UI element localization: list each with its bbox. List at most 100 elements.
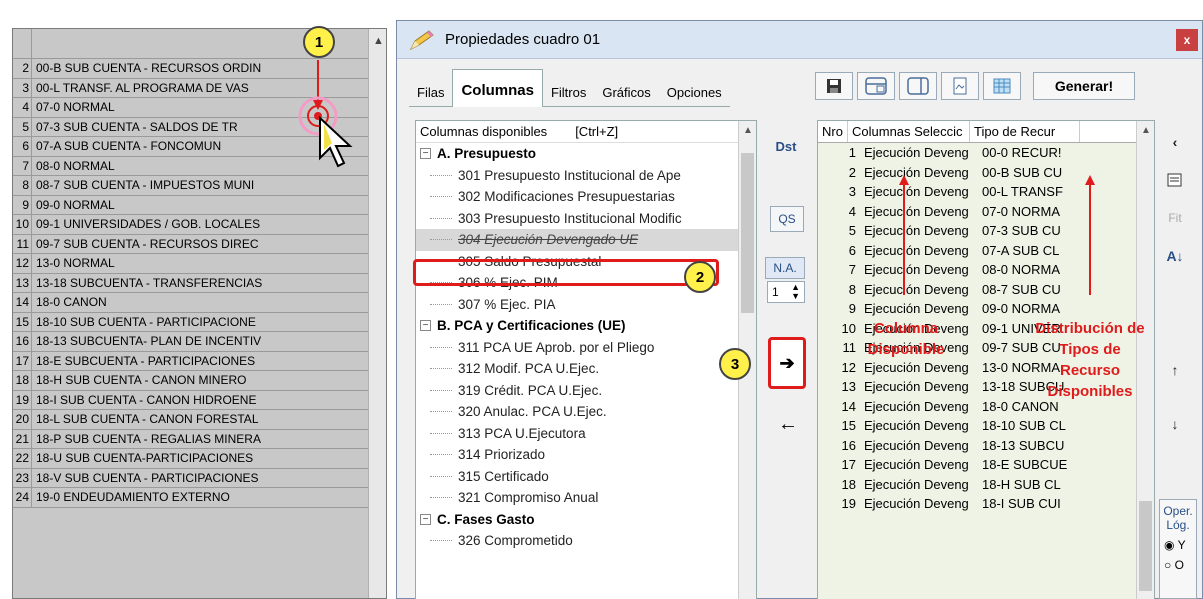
row-column: Ejecución Deveng [864,418,969,434]
list-row[interactable]: 12 13-0 NORMAL [13,254,370,274]
tab-columnas[interactable]: Columnas [452,69,543,107]
scroll-up-icon[interactable]: ▲ [373,35,384,47]
collapse-box-icon[interactable]: − [420,148,431,160]
tab-filas[interactable]: Filas [409,73,453,107]
radio-y[interactable]: ◉ Y [1160,538,1196,552]
list-scrollbar[interactable]: ▲ [368,29,386,598]
annotation-arrows [899,175,1095,295]
list-row[interactable]: 18 18-H SUB CUENTA - CANON MINERO [13,371,370,391]
list-row[interactable]: 23 18-V SUB CUENTA - PARTICIPACIONES [13,468,370,488]
row-number: 14 [841,398,856,414]
table-row[interactable]: 15 Ejecución Deveng 18-10 SUB CL [818,416,1154,436]
layout-split-button[interactable] [899,72,937,100]
list-row[interactable]: 17 18-E SUBCUENTA - PARTICIPACIONES [13,351,370,371]
row-number: 17 [15,353,29,368]
tree-item[interactable]: 307 % Ejec. PIA [416,294,756,316]
sort-az-icon[interactable]: A↓ [1157,243,1193,269]
tree-item[interactable]: 302 Modificaciones Presupuestarias [416,186,756,208]
row-text: 13-18 SUBCUENTA - TRANSFERENCIAS [31,273,370,292]
available-columns-tree[interactable]: Columnas disponibles [Ctrl+Z] − A. Presup… [415,120,757,599]
fit-button[interactable]: Fit [1157,205,1193,231]
grid-icon [993,78,1011,94]
tree-item[interactable]: 304 Ejecución Devengado UE [416,229,756,251]
move-up-icon[interactable]: ↑ [1157,357,1193,383]
collapse-box-icon[interactable]: − [420,320,431,332]
tree-item-label: 319 Crédit. PCA U.Ejec. [458,382,603,398]
layout-top-button[interactable] [857,72,895,100]
close-button[interactable]: x [1176,29,1198,51]
move-down-icon[interactable]: ↓ [1157,411,1193,437]
tree-item-label: 303 Presupuesto Institucional Modific [458,210,682,226]
scroll-thumb[interactable] [741,153,754,313]
tree-item[interactable]: 315 Certificado [416,466,756,488]
list-row[interactable]: 24 19-0 ENDEUDAMIENTO EXTERNO [13,488,370,508]
scroll-up-icon[interactable]: ▲ [743,125,753,136]
tree-item[interactable]: 311 PCA UE Aprob. por el Pliego [416,337,756,359]
tree-item[interactable]: 301 Presupuesto Institucional de Ape [416,165,756,187]
radio-o[interactable]: ○ O [1160,558,1196,572]
tab-graficos[interactable]: Gráficos [594,73,659,107]
count-spinner[interactable]: 1 ▲ ▼ [767,281,805,303]
list-row[interactable]: 14 18-0 CANON [13,293,370,313]
row-text: 09-1 UNIVERSIDADES / GOB. LOCALES [31,215,370,234]
row-number: 5 [848,223,856,239]
tree-item[interactable]: 314 Priorizado [416,444,756,466]
row-text: 18-H SUB CUENTA - CANON MINERO [31,371,370,390]
oper-label: Oper. Lóg. [1163,504,1193,532]
tree-item[interactable]: 319 Crédit. PCA U.Ejec. [416,380,756,402]
row-number: 16 [15,334,29,349]
tree-group[interactable]: − B. PCA y Certificaciones (UE) [416,315,756,337]
list-row[interactable]: 19 18-I SUB CUENTA - CANON HIDROENE [13,390,370,410]
tree-group-label: A. Presupuesto [437,146,537,162]
collapse-icon[interactable]: ‹ [1157,129,1193,155]
qs-button[interactable]: QS [770,206,804,232]
table-row[interactable]: 18 Ejecución Deveng 18-H SUB CL [818,475,1154,495]
add-column-button[interactable]: ➔ [768,337,806,389]
list-row[interactable]: 11 09-7 SUB CUENTA - RECURSOS DIREC [13,234,370,254]
scroll-thumb[interactable] [1139,501,1152,591]
header-tipo[interactable]: Tipo de Recur [970,121,1080,142]
preview-button[interactable] [941,72,979,100]
list-row[interactable]: 15 18-10 SUB CUENTA - PARTICIPACIONE [13,312,370,332]
table-row[interactable]: 16 Ejecución Deveng 18-13 SUBCU [818,436,1154,456]
list-row[interactable]: 22 18-U SUB CUENTA-PARTICIPACIONES [13,449,370,469]
list-row[interactable]: 10 09-1 UNIVERSIDADES / GOB. LOCALES [13,215,370,235]
list-row[interactable]: 20 18-L SUB CUENTA - CANON FORESTAL [13,410,370,430]
row-number: 15 [841,418,856,434]
list-row[interactable]: 13 13-18 SUBCUENTA - TRANSFERENCIAS [13,273,370,293]
scroll-up-icon[interactable]: ▲ [1141,125,1151,136]
list-row[interactable]: 16 18-13 SUBCUENTA- PLAN DE INCENTIV [13,332,370,352]
generate-button[interactable]: Generar! [1033,72,1135,100]
save-button[interactable] [815,72,853,100]
spinner-arrows-icon[interactable]: ▲ ▼ [791,283,800,301]
row-number: 22 [15,451,29,466]
tree-item[interactable]: 303 Presupuesto Institucional Modific [416,208,756,230]
tree-item[interactable]: 320 Anulac. PCA U.Ejec. [416,401,756,423]
row-tipo: 18-I SUB CUI [982,496,1061,512]
tree-item[interactable]: 326 Comprometido [416,530,756,552]
dst-button[interactable]: Dst [769,133,803,159]
tab-opciones[interactable]: Opciones [658,73,730,107]
header-columnas[interactable]: Columnas Seleccic [848,121,970,142]
row-number: 12 [841,359,856,375]
remove-column-button[interactable]: ← [773,409,803,439]
tree-item[interactable]: 312 Modif. PCA U.Ejec. [416,358,756,380]
properties-icon[interactable] [1157,167,1193,193]
tree-item[interactable]: 313 PCA U.Ejecutora [416,423,756,445]
table-row[interactable]: 19 Ejecución Deveng 18-I SUB CUI [818,494,1154,514]
list-row[interactable]: 9 09-0 NORMAL [13,195,370,215]
tree-group[interactable]: − A. Presupuesto [416,143,756,165]
collapse-box-icon[interactable]: − [420,513,431,525]
tree-item[interactable]: 321 Compromiso Anual [416,487,756,509]
row-number: 13 [841,379,856,395]
grid-button[interactable] [983,72,1021,100]
na-button[interactable]: N.A. [765,257,805,279]
header-nro[interactable]: Nro [818,121,848,142]
tree-group[interactable]: − C. Fases Gasto [416,509,756,531]
table-row[interactable]: 17 Ejecución Deveng 18-E SUBCUE [818,455,1154,475]
table-row[interactable]: 1 Ejecución Deveng 00-0 RECUR! [818,143,1154,163]
tab-filtros[interactable]: Filtros [542,73,595,107]
list-row[interactable]: 21 18-P SUB CUENTA - REGALIAS MINERA [13,429,370,449]
row-text: 19-0 ENDEUDAMIENTO EXTERNO [31,488,370,507]
selected-header: Nro Columnas Seleccic Tipo de Recur [818,121,1154,143]
